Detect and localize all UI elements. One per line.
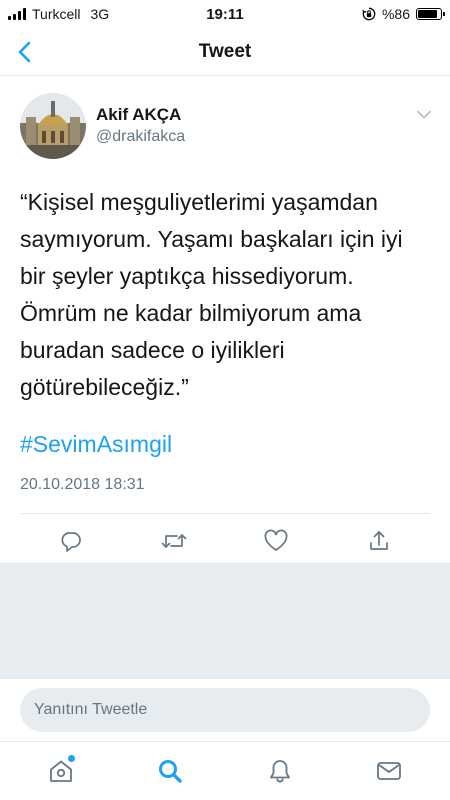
- author-info: Akif AKÇA @drakifakca: [96, 104, 434, 148]
- back-button[interactable]: [10, 38, 38, 66]
- tab-notifications[interactable]: [256, 747, 304, 795]
- notifications-icon: [269, 760, 290, 783]
- page-title: Tweet: [198, 40, 252, 62]
- tweet-timestamp: 20.10.2018 18:31: [20, 476, 145, 493]
- more-options-button[interactable]: [414, 104, 434, 124]
- tab-search[interactable]: [146, 747, 194, 795]
- battery-fill: [418, 10, 437, 18]
- tweet-header: Akif AKÇA @drakifakca: [20, 90, 434, 162]
- retweet-icon: [161, 534, 187, 548]
- tweet-actions: [20, 520, 430, 562]
- hashtag-link[interactable]: #SevimAsımgil: [20, 428, 172, 460]
- status-left: Turkcell 3G: [8, 6, 362, 22]
- retweet-button[interactable]: [154, 521, 194, 561]
- reply-bar: [0, 679, 450, 741]
- share-button[interactable]: [359, 521, 399, 561]
- share-icon: [369, 531, 388, 550]
- like-icon: [264, 529, 288, 551]
- nav-bar: Tweet: [0, 28, 450, 76]
- avatar[interactable]: [20, 93, 86, 159]
- status-bar: Turkcell 3G 19:11 %86: [0, 0, 450, 28]
- author-name[interactable]: Akif AKÇA: [96, 104, 434, 126]
- carrier-name: Turkcell: [32, 6, 81, 22]
- rotation-lock-icon: [362, 7, 376, 21]
- notification-dot: [67, 755, 75, 762]
- search-icon: [159, 760, 182, 783]
- tab-messages[interactable]: [365, 747, 413, 795]
- replies-area: [0, 563, 450, 679]
- author-handle[interactable]: @drakifakca: [96, 126, 434, 148]
- tab-home[interactable]: [37, 747, 85, 795]
- messages-icon: [377, 762, 402, 780]
- reply-icon: [61, 532, 82, 552]
- battery-icon: [416, 8, 445, 20]
- chevron-left-icon: [18, 41, 31, 63]
- reply-button[interactable]: [51, 521, 91, 561]
- reply-input[interactable]: [20, 688, 430, 732]
- chevron-down-icon: [417, 110, 431, 118]
- like-button[interactable]: [256, 521, 296, 561]
- tweet-text: “Kişisel meşguliyetlerimi yaşamdan saymı…: [20, 189, 403, 400]
- avatar-image: [20, 93, 86, 159]
- divider: [20, 513, 430, 514]
- tab-bar: [0, 741, 450, 800]
- network-type: 3G: [90, 6, 110, 22]
- status-right: %86: [362, 6, 445, 22]
- battery-percent: %86: [381, 6, 410, 22]
- signal-icon: [8, 8, 26, 20]
